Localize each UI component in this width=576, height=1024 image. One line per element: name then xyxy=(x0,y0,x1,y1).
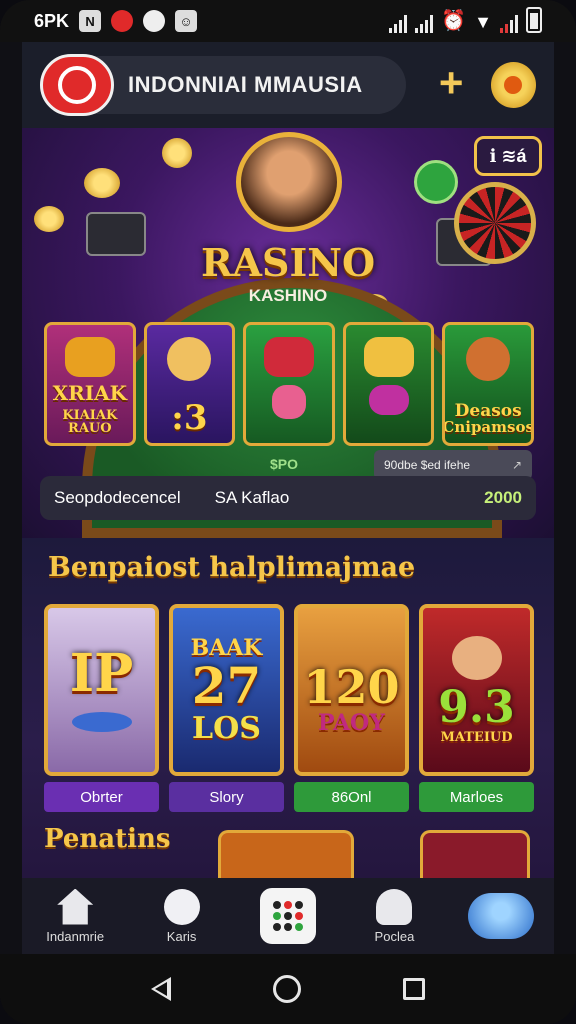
logo-icon xyxy=(40,54,114,116)
slot-button[interactable]: Slory xyxy=(169,782,284,812)
promo-card[interactable] xyxy=(218,830,354,882)
slot-button[interactable]: Obrter xyxy=(44,782,159,812)
dealer-avatar xyxy=(236,132,342,232)
signal-icon xyxy=(500,13,518,33)
slot-big-text: 120 xyxy=(303,660,400,714)
slot-small-text: LOS xyxy=(192,710,261,746)
slot-card[interactable]: IP xyxy=(44,604,159,776)
alarm-icon: ⏰ xyxy=(441,10,467,32)
nav-mascot[interactable] xyxy=(448,893,554,939)
search-text: 90dbe $ed ifehe xyxy=(384,458,471,472)
nav-label: Poclea xyxy=(374,928,415,944)
slots-section: Benpaiost halplimajmae IP Obrter BAAK 27… xyxy=(22,538,554,882)
slot-small-text: MATEIUD xyxy=(440,729,513,745)
game-tile[interactable]: :3 xyxy=(143,322,236,446)
add-button[interactable]: + xyxy=(430,62,473,107)
signal-icon xyxy=(415,13,434,33)
jester-icon xyxy=(451,635,502,680)
info-label: Seopdodecencel xyxy=(54,488,181,507)
game-tile[interactable] xyxy=(342,322,435,446)
slot-big-text: IP xyxy=(69,643,134,704)
slot-item: 120 PAOY 86Onl xyxy=(294,604,409,812)
coin-icon[interactable] xyxy=(490,62,536,108)
apps-grid-icon xyxy=(260,888,317,944)
section-title: Benpaiost halplimajmae xyxy=(48,552,416,583)
signal-icon xyxy=(389,13,408,33)
back-icon[interactable] xyxy=(151,977,171,1001)
nav-label: Karis xyxy=(166,928,197,944)
pot-icon xyxy=(64,337,115,377)
slot-card[interactable]: 120 PAOY xyxy=(294,604,409,776)
hero-title: RASINO xyxy=(200,240,376,285)
character-icon xyxy=(167,337,212,381)
game-tile[interactable]: XRIAK KIAIAK RAUO xyxy=(44,322,136,446)
surfboard-icon xyxy=(71,712,132,732)
nav-karis[interactable]: Karis xyxy=(128,888,234,944)
game-tile[interactable] xyxy=(243,322,335,446)
mask-icon xyxy=(363,337,414,377)
slot-item: BAAK 27 LOS Slory xyxy=(169,604,284,812)
hero-subtitle: KASHINO xyxy=(248,286,328,305)
system-nav-bar xyxy=(0,954,576,1024)
game-subtitle: KIAIAK RAUO xyxy=(62,408,118,436)
nav-home[interactable]: Indanmrie xyxy=(22,888,128,944)
status-text: 6PK xyxy=(34,10,70,31)
coin-icon xyxy=(84,168,120,198)
slot-item: 9.3 MATEIUD Marloes xyxy=(419,604,534,812)
girl-icon xyxy=(466,337,511,381)
coin-icon xyxy=(34,206,64,232)
promo-card[interactable] xyxy=(420,830,530,882)
recents-icon[interactable] xyxy=(403,978,425,1000)
wifi-icon: ▼ xyxy=(474,12,492,32)
nfc-icon: N xyxy=(79,10,102,32)
game-tile[interactable]: Deasos Cnipamsos xyxy=(442,322,534,446)
status-bar: 6PK N ☺ ⏰ ▼ xyxy=(0,0,576,42)
check-icon xyxy=(414,160,458,204)
nav-label: Indanmrie xyxy=(46,928,105,944)
slot-card[interactable]: 9.3 MATEIUD xyxy=(419,604,534,776)
home-icon[interactable] xyxy=(273,975,301,1003)
info-mid: SA Kaflao xyxy=(214,488,290,507)
creature-icon xyxy=(271,385,306,419)
record-icon xyxy=(111,10,134,32)
gem-icon xyxy=(368,385,409,415)
nav-poclea[interactable]: Poclea xyxy=(341,888,447,944)
section-subtitle: Penatins xyxy=(44,824,171,854)
bottom-nav: Indanmrie Karis Poclea xyxy=(22,878,554,954)
slot-small-text: PAOY xyxy=(318,710,385,736)
info-amount: 2000 xyxy=(484,488,522,507)
brand-name: INDONNIAI MMAUSIA xyxy=(128,72,363,97)
slot-card[interactable]: BAAK 27 LOS xyxy=(169,604,284,776)
cap-icon xyxy=(376,888,413,925)
info-bar[interactable]: Seopdodecencel SA Kaflao 2000 xyxy=(40,476,536,520)
arrow-icon: ↗ xyxy=(511,458,522,472)
people-icon: ☺ xyxy=(175,10,198,32)
price-label: $PO xyxy=(270,456,299,472)
app-icon xyxy=(143,10,166,32)
brand-pill[interactable]: INDONNIAI MMAUSIA xyxy=(40,54,406,116)
creature-icon xyxy=(263,337,314,377)
hero-badge[interactable]: ℹ ≋á xyxy=(474,136,542,176)
slot-big-text: 9.3 xyxy=(438,681,515,733)
slot-item: IP Obrter xyxy=(44,604,159,812)
slot-button[interactable]: 86Onl xyxy=(294,782,409,812)
app-header: INDONNIAI MMAUSIA + xyxy=(22,42,554,128)
game-title: XRIAK xyxy=(52,381,127,405)
flower-icon xyxy=(163,888,200,925)
slot-big-text: 27 xyxy=(191,655,262,715)
coin-icon xyxy=(162,138,192,168)
house-icon xyxy=(57,888,94,925)
game-subtitle: Cnipamsos xyxy=(442,418,534,436)
battery-icon xyxy=(526,7,542,33)
nav-apps[interactable] xyxy=(235,888,341,944)
featured-games: XRIAK KIAIAK RAUO :3 Deasos Cnipamsos xyxy=(44,322,534,446)
slot-list: IP Obrter BAAK 27 LOS Slory 120 PAOY 86O… xyxy=(44,604,534,812)
slot-button[interactable]: Marloes xyxy=(419,782,534,812)
phone-frame: 6PK N ☺ ⏰ ▼ INDONNIAI MMAUSIA + ℹ ≋á RAS… xyxy=(0,0,576,1024)
mascot-icon xyxy=(467,893,534,939)
game-title: :3 xyxy=(171,398,208,438)
